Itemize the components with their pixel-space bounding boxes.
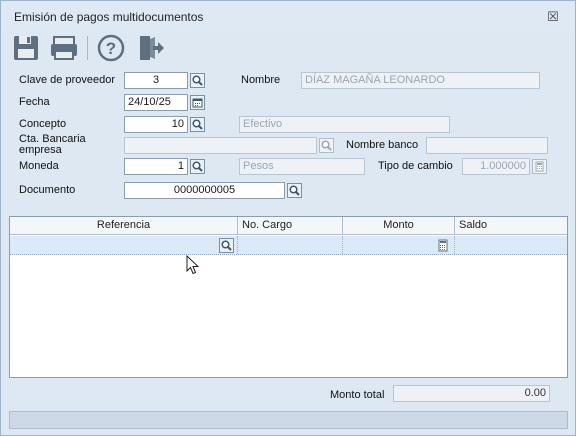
concepto-search-button[interactable]	[189, 116, 206, 133]
cell-saldo[interactable]	[455, 236, 567, 254]
proveedor-label: Clave de proveedor	[19, 74, 116, 86]
grid-header: Referencia No. Cargo Monto Saldo	[10, 217, 567, 235]
fecha-field[interactable]: 24/10/25	[124, 94, 188, 111]
nombre-field: DÍAZ MAGAÑA LEONARDO	[301, 72, 540, 89]
cell-no-cargo[interactable]	[238, 236, 343, 254]
table-row[interactable]	[10, 236, 567, 255]
concepto-description-field: Efectivo	[239, 116, 450, 133]
proveedor-search-button[interactable]	[189, 72, 206, 89]
monto-total-label: Monto total	[330, 389, 385, 401]
cell-referencia[interactable]	[10, 236, 238, 254]
documento-field[interactable]: 0000000005	[124, 182, 285, 199]
moneda-description-field: Pesos	[239, 158, 365, 175]
exit-icon	[140, 36, 164, 60]
calculator-icon	[438, 239, 448, 252]
save-button[interactable]	[11, 34, 41, 62]
monto-total-field: 0.00	[393, 385, 550, 402]
cta-bancaria-field	[124, 137, 317, 154]
status-bar	[9, 411, 568, 429]
column-header-saldo[interactable]: Saldo	[455, 217, 567, 235]
title-bar: Emisión de pagos multidocumentos ☒	[1, 1, 575, 33]
magnifier-icon	[190, 117, 205, 132]
tipo-cambio-label: Tipo de cambio	[378, 160, 453, 172]
help-button[interactable]: ?	[96, 34, 126, 62]
moneda-search-button[interactable]	[189, 158, 206, 175]
moneda-field[interactable]: 1	[124, 158, 188, 175]
referencia-search-button[interactable]	[218, 237, 235, 254]
magnifier-icon	[219, 238, 234, 253]
toolbar-separator	[87, 36, 88, 60]
svg-text:?: ?	[106, 39, 116, 58]
print-icon	[51, 36, 77, 60]
mouse-cursor-icon	[186, 255, 200, 275]
payment-emission-window: Emisión de pagos multidocumentos ☒ ? Cla…	[0, 0, 576, 436]
concepto-field[interactable]: 10	[124, 116, 188, 133]
nombre-banco-label: Nombre banco	[346, 139, 419, 151]
toolbar: ?	[1, 33, 575, 65]
magnifier-icon	[319, 138, 334, 153]
magnifier-icon	[287, 183, 302, 198]
payments-grid: Referencia No. Cargo Monto Saldo	[9, 216, 568, 378]
exit-button[interactable]	[136, 34, 166, 62]
concepto-label: Concepto	[19, 118, 67, 130]
documento-label: Documento	[19, 184, 76, 196]
save-icon	[14, 36, 38, 60]
proveedor-field[interactable]: 3	[124, 72, 188, 89]
tipo-cambio-field: 1.000000	[462, 158, 530, 175]
window-title: Emisión de pagos multidocumentos	[14, 10, 204, 24]
cell-monto[interactable]	[343, 236, 455, 254]
magnifier-icon	[190, 159, 205, 174]
column-header-referencia[interactable]: Referencia	[10, 217, 238, 235]
column-header-no-cargo[interactable]: No. Cargo	[238, 217, 343, 235]
nombre-banco-field	[426, 137, 548, 154]
cta-bancaria-label: Cta. Bancaria empresa	[19, 133, 86, 156]
documento-search-button[interactable]	[286, 182, 303, 199]
calculator-icon	[532, 159, 547, 174]
fecha-calendar-button[interactable]	[189, 94, 206, 111]
monto-calculator-button[interactable]	[434, 237, 451, 254]
cta-bancaria-search-button[interactable]	[318, 137, 335, 154]
magnifier-icon	[190, 73, 205, 88]
column-header-monto[interactable]: Monto	[343, 217, 455, 235]
fecha-label: Fecha	[19, 96, 50, 108]
moneda-label: Moneda	[19, 160, 59, 172]
calendar-icon	[190, 95, 205, 110]
close-icon[interactable]: ☒	[546, 10, 560, 24]
nombre-label: Nombre	[241, 74, 281, 86]
help-icon: ?	[97, 34, 125, 62]
print-button[interactable]	[49, 34, 79, 62]
tipo-cambio-calculator-button[interactable]	[531, 158, 548, 175]
